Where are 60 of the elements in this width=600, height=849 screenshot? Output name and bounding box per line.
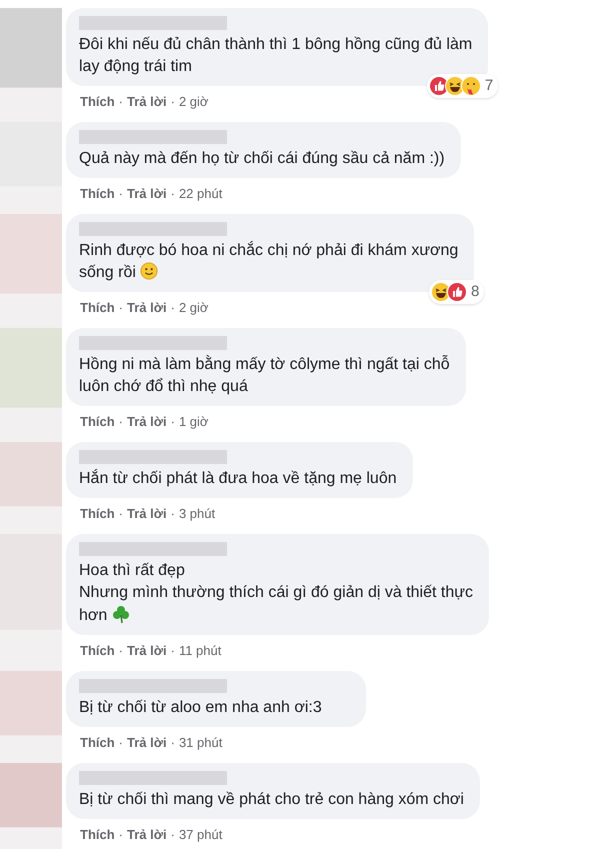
timestamp[interactable]: 37 phút: [178, 827, 222, 843]
timestamp[interactable]: 3 phút: [178, 506, 216, 522]
comment-text: Nhưng mình thường thích cái gì đó giản dị và thiết thực: [79, 583, 473, 603]
separator: ·: [170, 186, 175, 202]
like-link[interactable]: Thích: [80, 735, 115, 751]
timestamp[interactable]: 1 giờ: [178, 414, 208, 430]
timestamp[interactable]: 2 giờ: [178, 94, 208, 110]
like-link[interactable]: Thích: [80, 643, 115, 659]
comment-text: Bị từ chối từ aloo em nha anh ơi:3: [79, 698, 323, 718]
separator: ·: [118, 643, 124, 659]
like-link[interactable]: Thích: [80, 300, 115, 316]
separator: ·: [118, 827, 124, 843]
comment-text: lay động trái tim: [79, 57, 193, 77]
comment-text: Rinh được bó hoa ni chắc chị nớ phải đi khám xương: [79, 240, 458, 261]
timestamp[interactable]: 2 giờ: [178, 300, 208, 316]
separator: ·: [170, 94, 175, 110]
reply-link[interactable]: Trả lời: [127, 186, 167, 202]
reply-link[interactable]: Trả lời: [127, 94, 167, 110]
separator: ·: [118, 506, 124, 522]
timestamp[interactable]: 11 phút: [178, 643, 222, 659]
smiley-icon: [140, 262, 158, 280]
separator: ·: [170, 506, 175, 522]
reply-link[interactable]: Trả lời: [127, 827, 167, 843]
laughing-face-icon: [430, 282, 451, 302]
comment-text: Hắn từ chối phát là đưa hoa về tặng mẹ luôn: [79, 468, 397, 489]
like-link[interactable]: Thích: [80, 186, 115, 202]
reply-link[interactable]: Trả lời: [127, 300, 167, 316]
reaction-count[interactable]: 7: [426, 74, 498, 98]
comment-text: Bị từ chối thì mang về phát cho trẻ con hàng xóm chơi: [79, 790, 464, 810]
separator: ·: [118, 94, 124, 110]
reply-link[interactable]: Trả lời: [127, 414, 167, 430]
separator: ·: [170, 643, 175, 659]
thumbs-up-icon: [428, 76, 449, 96]
reaction-count[interactable]: 8: [428, 280, 484, 304]
timestamp[interactable]: 22 phút: [178, 186, 222, 202]
separator: ·: [118, 186, 124, 202]
reply-link[interactable]: Trả lời: [127, 643, 167, 659]
comment-text: Đôi khi nếu đủ chân thành thì 1 bông hồng cũng đủ làm: [79, 35, 472, 55]
separator: ·: [170, 414, 175, 430]
reply-link[interactable]: Trả lời: [127, 506, 167, 522]
timestamp[interactable]: 31 phút: [178, 735, 222, 751]
comment-text: hơn: [79, 604, 473, 627]
hugging-face-icon: [460, 76, 481, 96]
comment-text: Hồng ni mà làm bằng mấy tờ côlyme thì ngất tại chỗ: [79, 354, 450, 375]
thumbs-up-icon: [446, 282, 467, 302]
like-link[interactable]: Thích: [80, 94, 115, 110]
separator: ·: [118, 300, 124, 316]
separator: ·: [170, 300, 175, 316]
comment-text: Quả này mà đến họ từ chối cái đúng sầu cả năm :)): [79, 149, 445, 169]
separator: ·: [118, 735, 124, 751]
separator: ·: [170, 827, 175, 843]
like-link[interactable]: Thích: [80, 414, 115, 430]
comment-text: Hoa thì rất đẹp: [79, 561, 186, 581]
reply-link[interactable]: Trả lời: [127, 735, 167, 751]
comment-text: luôn chớ đổ thì nhẹ quá: [79, 377, 249, 397]
like-link[interactable]: Thích: [80, 827, 115, 843]
like-link[interactable]: Thích: [80, 506, 115, 522]
separator: ·: [118, 414, 124, 430]
clover-icon: [111, 604, 132, 624]
separator: ·: [170, 735, 175, 751]
